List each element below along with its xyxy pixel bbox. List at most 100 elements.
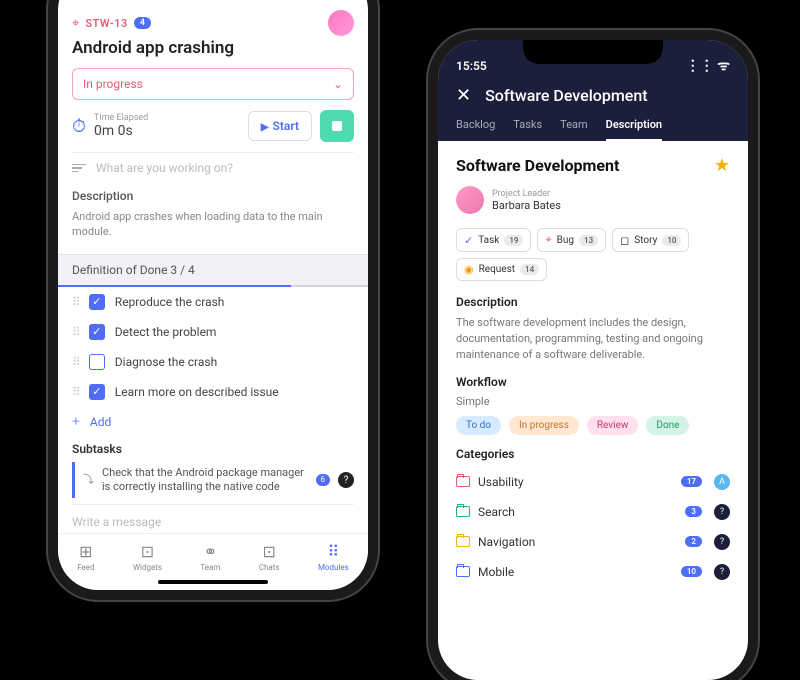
dod-list: ⠿ ✓ Reproduce the crash⠿ ✓ Detect the pr…: [72, 287, 354, 407]
clock: 15:55: [456, 59, 487, 73]
workflow-states: To do In progress Review Done: [456, 416, 730, 435]
bug-icon: ⌖: [72, 16, 79, 31]
type-chip-bug[interactable]: ⌖ Bug 13: [537, 228, 606, 252]
count-badge: 2: [685, 536, 702, 547]
dod-label: Reproduce the crash: [115, 295, 225, 309]
description-heading: Description: [72, 189, 354, 203]
checkbox[interactable]: ✓: [89, 324, 105, 340]
count-badge: 10: [681, 566, 702, 577]
bug-icon: ⌖: [545, 233, 551, 247]
category-label: Search: [478, 505, 515, 519]
timer-label: Time Elapsed: [94, 113, 240, 123]
category-row[interactable]: Search 3 ?: [456, 497, 730, 527]
description-text: Android app crashes when loading data to…: [72, 209, 354, 240]
status-dropdown[interactable]: In progress ⌄: [72, 68, 354, 100]
stop-icon: [332, 121, 342, 131]
description-text: The software development includes the de…: [456, 315, 730, 363]
tab-team[interactable]: ⚭Team: [200, 542, 220, 572]
checkbox[interactable]: ✓: [89, 384, 105, 400]
nav-tab-backlog[interactable]: Backlog: [456, 118, 495, 141]
header-title: Software Development: [485, 86, 648, 105]
issue-type-chips: ✓ Task 19⌖ Bug 13◻ Story 10 ◉ Request 14: [456, 228, 730, 281]
tab-modules[interactable]: ⠿Modules: [318, 542, 349, 572]
start-button[interactable]: Start: [248, 111, 312, 141]
type-chip-story[interactable]: ◻ Story 10: [612, 228, 689, 252]
category-row[interactable]: Usability 17 A: [456, 467, 730, 497]
request-icon: ◉: [464, 263, 474, 276]
workflow-state[interactable]: Done: [646, 416, 689, 435]
dod-heading[interactable]: Definition of Done 3 / 4: [58, 254, 368, 287]
dod-item[interactable]: ⠿ ✓ Learn more on described issue: [72, 377, 354, 407]
workflow-state[interactable]: In progress: [509, 416, 579, 435]
count-badge: 17: [681, 476, 702, 487]
home-indicator: [158, 580, 268, 584]
type-chip-request[interactable]: ◉ Request 14: [456, 258, 547, 281]
working-on-input[interactable]: What are you working on?: [72, 161, 354, 175]
avatar[interactable]: [328, 10, 354, 36]
modules-icon: ⠿: [327, 542, 339, 561]
stop-button[interactable]: [320, 110, 354, 142]
nav-tab-description[interactable]: Description: [606, 118, 662, 141]
ticket-badge: 4: [134, 17, 151, 29]
category-extra-icon[interactable]: ?: [714, 534, 730, 550]
leader-role: Project Leader: [492, 189, 561, 199]
count-badge: 3: [685, 506, 702, 517]
plus-icon: +: [72, 414, 80, 430]
checkbox[interactable]: [89, 354, 105, 370]
dod-item[interactable]: ⠿ Diagnose the crash: [72, 347, 354, 377]
header-tabs: Backlog Tasks Team Description: [456, 118, 730, 141]
tab-chats[interactable]: ⊡Chats: [259, 542, 280, 572]
count-badge: 10: [662, 235, 681, 246]
category-label: Usability: [478, 475, 524, 489]
categories-heading: Categories: [456, 447, 730, 461]
dod-item[interactable]: ⠿ ✓ Reproduce the crash: [72, 287, 354, 317]
folder-icon: [456, 506, 470, 517]
folder-icon: [456, 476, 470, 487]
project-leader[interactable]: Project Leader Barbara Bates: [456, 186, 730, 214]
category-extra-icon[interactable]: ?: [714, 504, 730, 520]
help-icon[interactable]: ?: [338, 472, 354, 488]
drag-handle-icon[interactable]: ⠿: [72, 295, 79, 309]
categories-list: Usability 17 A Search 3 ? Navigation 2 ?…: [456, 467, 730, 587]
widgets-icon: ⊡: [141, 542, 154, 561]
leader-name: Barbara Bates: [492, 199, 561, 212]
category-row[interactable]: Navigation 2 ?: [456, 527, 730, 557]
subtask-icon: ⤵: [83, 473, 94, 487]
category-extra-icon[interactable]: ?: [714, 564, 730, 580]
nav-tab-tasks[interactable]: Tasks: [513, 118, 542, 141]
description-heading: Description: [456, 295, 730, 309]
checkbox[interactable]: ✓: [89, 294, 105, 310]
timer-row: ⏱ Time Elapsed 0m 0s Start: [72, 110, 354, 153]
add-dod-button[interactable]: + Add: [72, 407, 354, 434]
page-title: Software Development: [456, 156, 619, 175]
star-icon[interactable]: ★: [714, 155, 730, 176]
workflow-state[interactable]: Review: [587, 416, 639, 435]
type-chip-task[interactable]: ✓ Task 19: [456, 228, 531, 252]
category-label: Mobile: [478, 565, 514, 579]
message-input[interactable]: Write a message: [72, 504, 354, 533]
drag-handle-icon[interactable]: ⠿: [72, 355, 79, 369]
nav-tab-team[interactable]: Team: [560, 118, 588, 141]
category-extra-icon[interactable]: A: [714, 474, 730, 490]
dod-item[interactable]: ⠿ ✓ Detect the problem: [72, 317, 354, 347]
close-icon[interactable]: ✕: [456, 85, 471, 106]
tab-feed[interactable]: ⊞Feed: [77, 542, 94, 572]
count-badge: 13: [579, 235, 598, 246]
chats-icon: ⊡: [262, 542, 275, 561]
dod-label: Diagnose the crash: [115, 355, 217, 369]
category-row[interactable]: Mobile 10 ?: [456, 557, 730, 587]
subtask-badge: 6: [316, 474, 331, 486]
workflow-heading: Workflow: [456, 375, 730, 389]
subtask-item[interactable]: ⤵ Check that the Android package manager…: [72, 462, 354, 499]
drag-handle-icon[interactable]: ⠿: [72, 385, 79, 399]
chevron-down-icon: ⌄: [333, 77, 343, 91]
phone-task-detail: ⌖ STW-13 4 Android app crashing In progr…: [58, 0, 368, 590]
drag-handle-icon[interactable]: ⠿: [72, 325, 79, 339]
play-icon: [261, 119, 269, 133]
tab-widgets[interactable]: ⊡Widgets: [133, 542, 162, 572]
workflow-state[interactable]: To do: [456, 416, 501, 435]
category-label: Navigation: [478, 535, 535, 549]
task-title: Android app crashing: [72, 38, 354, 58]
team-icon: ⚭: [204, 542, 217, 561]
story-icon: ◻: [620, 234, 629, 247]
